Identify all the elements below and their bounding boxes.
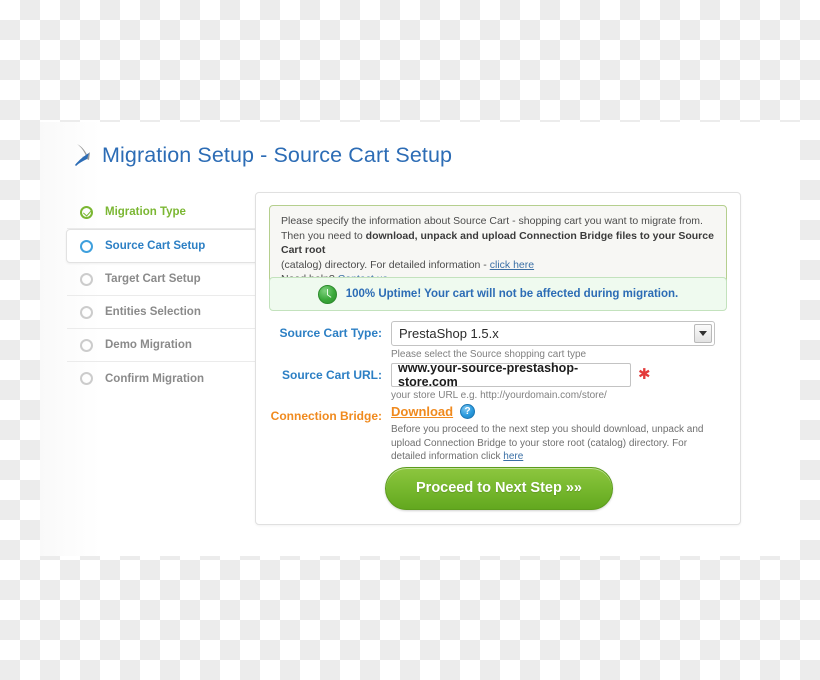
connection-bridge-hint-text: Before you proceed to the next step you … xyxy=(391,424,704,462)
row-cart-type: Source Cart Type: PrestaShop 1.5.x Pleas… xyxy=(269,321,729,361)
page-title: Migration Setup - Source Cart Setup xyxy=(102,142,453,167)
sidebar-item-demo-migration[interactable]: Demo Migration xyxy=(67,329,257,362)
help-question-icon[interactable]: ? xyxy=(460,404,476,419)
info-line-2: Then you need to download, unpack and up… xyxy=(281,229,716,258)
source-cart-setup-panel: Please specify the information about Sou… xyxy=(255,192,741,525)
step-pending-icon xyxy=(80,338,93,352)
download-link[interactable]: Download xyxy=(391,404,453,419)
sidebar-item-source-cart-setup[interactable]: Source Cart Setup xyxy=(66,229,258,263)
sidebar-item-label: Target Cart Setup xyxy=(105,273,201,285)
info-line-1: Please specify the information about Sou… xyxy=(281,215,703,227)
proceed-button-wrap: Proceed to Next Step »» xyxy=(256,467,742,510)
uptime-banner: 100% Uptime! Your cart will not be affec… xyxy=(269,277,727,311)
info-line-3: (catalog) directory. For detailed inform… xyxy=(281,258,716,273)
chevron-down-icon[interactable] xyxy=(694,324,712,343)
step-pending-icon xyxy=(80,305,93,319)
row-cart-url: Source Cart URL: www.your-source-prestas… xyxy=(269,361,729,402)
connection-bridge-hint: Before you proceed to the next step you … xyxy=(391,423,709,464)
cart-type-hint: Please select the Source shopping cart t… xyxy=(391,349,587,360)
click-here-link[interactable]: click here xyxy=(490,259,534,271)
cart-url-label: Source Cart URL: xyxy=(281,368,382,382)
sidebar-item-label: Migration Type xyxy=(105,206,186,218)
green-clock-icon xyxy=(317,284,337,304)
cart-url-hint: your store URL e.g. http://yourdomain.co… xyxy=(391,390,607,401)
connection-bridge-label: Connection Bridge: xyxy=(270,409,382,423)
sidebar-item-confirm-migration[interactable]: Confirm Migration xyxy=(67,362,257,395)
cart-type-field: PrestaShop 1.5.x Please select the Sourc… xyxy=(391,321,729,361)
step-done-icon xyxy=(80,205,93,219)
download-row: Download ? xyxy=(391,404,729,419)
row-connection-bridge: Connection Bridge: Download ? Before you… xyxy=(269,404,729,464)
sidebar-item-label: Confirm Migration xyxy=(105,372,205,385)
cart-type-select[interactable]: PrestaShop 1.5.x xyxy=(391,321,715,346)
sidebar-item-entities-selection[interactable]: Entities Selection xyxy=(67,296,257,329)
info-line-3-prefix: (catalog) directory. For detailed inform… xyxy=(281,258,490,271)
page-title-row: Migration Setup - Source Cart Setup xyxy=(68,140,452,170)
connection-bridge-field: Download ? Before you proceed to the nex… xyxy=(391,404,729,464)
step-active-icon xyxy=(80,239,93,253)
step-pending-icon xyxy=(80,372,93,385)
sidebar-item-label: Source Cart Setup xyxy=(105,240,206,252)
cart-url-field: www.your-source-prestashop-store.com ✱ y… xyxy=(391,361,729,402)
cart-url-input-row: www.your-source-prestashop-store.com ✱ xyxy=(391,361,729,389)
source-cart-form: Source Cart Type: PrestaShop 1.5.x Pleas… xyxy=(269,321,729,466)
migration-arrow-icon xyxy=(68,140,96,170)
sidebar-item-migration-type[interactable]: Migration Type xyxy=(67,196,257,229)
uptime-banner-text: 100% Uptime! Your cart will not be affec… xyxy=(345,288,679,300)
step-pending-icon xyxy=(80,272,93,286)
sidebar-item-target-cart-setup[interactable]: Target Cart Setup xyxy=(67,263,257,296)
content-card: Migration Setup - Source Cart Setup Migr… xyxy=(40,122,800,556)
bridge-here-link[interactable]: here xyxy=(503,451,523,462)
sidebar-item-label: Entities Selection xyxy=(105,306,201,318)
steps-sidebar: Migration Type Source Cart Setup Target … xyxy=(66,196,258,395)
proceed-to-next-step-button[interactable]: Proceed to Next Step »» xyxy=(385,467,613,510)
cart-url-input[interactable]: www.your-source-prestashop-store.com xyxy=(391,361,631,389)
sidebar-item-label: Demo Migration xyxy=(105,339,192,351)
required-asterisk: ✱ xyxy=(638,366,651,383)
cart-type-label: Source Cart Type: xyxy=(279,326,382,340)
cart-type-selected-value: PrestaShop 1.5.x xyxy=(399,326,499,341)
info-line-2-prefix: Then you need to xyxy=(281,229,366,242)
